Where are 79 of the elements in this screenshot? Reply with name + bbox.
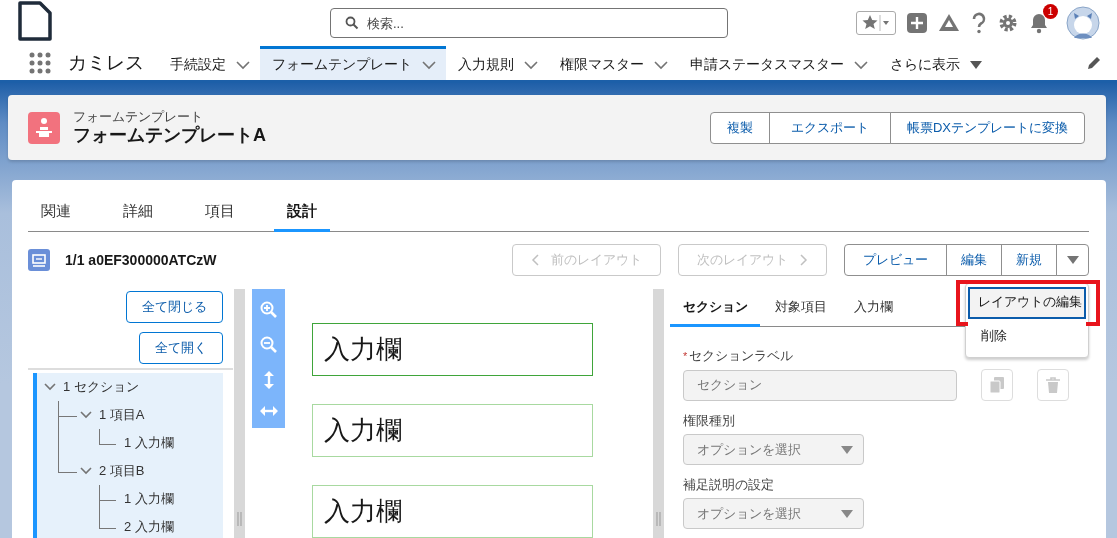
- field-label: セクションラベル: [689, 348, 794, 365]
- tree-label[interactable]: 2 項目B: [99, 462, 145, 480]
- more-actions-button[interactable]: [1056, 243, 1089, 276]
- chevron-left-icon: [531, 253, 539, 266]
- help-icon[interactable]: [971, 12, 987, 34]
- tree-button[interactable]: 全て閉じる: [126, 291, 223, 323]
- app-name: カミレス: [68, 51, 145, 75]
- grip-icon: [237, 512, 242, 526]
- nav-tab[interactable]: 申請ステータスマスター: [678, 46, 878, 80]
- pencil-icon[interactable]: [1087, 56, 1101, 70]
- tree-button[interactable]: 全て開く: [139, 332, 223, 364]
- tree-label[interactable]: 1 入力欄: [124, 490, 174, 508]
- chevron-icon[interactable]: [44, 383, 56, 391]
- chevron-down-icon[interactable]: [422, 59, 436, 70]
- layout-action-button[interactable]: 新規: [1001, 243, 1057, 276]
- tree-section[interactable]: 1 セクション 1 項目A 1 入力欄 2 項目B 1 入力欄 2 入力欄: [33, 373, 223, 538]
- input-field-block[interactable]: 入力欄: [312, 485, 593, 538]
- search-icon: [345, 16, 359, 30]
- object-label: フォームテンプレート: [73, 109, 204, 124]
- required-mark: *: [683, 350, 688, 362]
- panel-tab[interactable]: セクション: [670, 289, 760, 327]
- panel-tab[interactable]: 対象項目: [762, 289, 839, 327]
- avatar[interactable]: [1066, 6, 1100, 40]
- layout-action-button[interactable]: プレビュー: [844, 243, 947, 276]
- app-launcher-icon[interactable]: [29, 52, 51, 74]
- action-button[interactable]: 帳票DXテンプレートに変換: [889, 111, 1085, 144]
- tree-label: 1 セクション: [63, 378, 139, 396]
- grip-icon: [656, 512, 661, 526]
- caret-icon: [1066, 255, 1079, 264]
- chevron-icon[interactable]: [80, 467, 92, 475]
- favorites-button[interactable]: [856, 11, 896, 35]
- trash-icon: [1046, 377, 1060, 393]
- action-button[interactable]: エクスポート: [768, 111, 891, 144]
- record-tab[interactable]: 設計: [274, 194, 330, 232]
- tree-connector: [58, 457, 77, 473]
- tree-connector: [99, 429, 116, 445]
- notification-badge: 1: [1043, 4, 1058, 19]
- caret-icon: [841, 509, 853, 518]
- record-tab[interactable]: 項目: [192, 194, 248, 232]
- panel-tab[interactable]: 入力欄: [841, 289, 905, 327]
- chevron-down-icon[interactable]: [854, 59, 868, 70]
- chevron-right-icon: [800, 253, 808, 266]
- caret-icon: [841, 445, 853, 454]
- record-title: フォームテンプレートA: [73, 124, 266, 146]
- record-tab[interactable]: 詳細: [110, 194, 166, 232]
- nav-tab[interactable]: 権限マスター: [548, 46, 678, 80]
- tree-label[interactable]: 1 項目A: [99, 406, 145, 424]
- record-tab[interactable]: 関連: [28, 194, 84, 232]
- settings-icon[interactable]: [998, 13, 1018, 33]
- layout-action-button[interactable]: 編集: [946, 243, 1002, 276]
- tree-connector: [58, 401, 77, 417]
- mountain-icon[interactable]: [938, 13, 960, 33]
- caret-icon: [970, 60, 982, 69]
- record-icon: [28, 111, 60, 144]
- layout-icon: [28, 248, 50, 271]
- tree-label[interactable]: 2 入力欄: [124, 518, 174, 536]
- chevron-down-icon[interactable]: [524, 59, 538, 70]
- action-button[interactable]: 複製: [709, 111, 770, 144]
- tree-label[interactable]: 1 入力欄: [124, 434, 174, 452]
- field-label: 権限種別: [683, 413, 735, 430]
- nav-tab[interactable]: 入力規則: [446, 46, 548, 80]
- more-tab[interactable]: さらに表示: [878, 46, 992, 80]
- chevron-icon[interactable]: [80, 411, 92, 419]
- chevron-down-icon[interactable]: [236, 59, 250, 70]
- search-field[interactable]: 検索...: [330, 8, 728, 38]
- nav-tab[interactable]: 手続設定: [158, 46, 260, 80]
- notification-bell-icon[interactable]: [1029, 12, 1049, 34]
- plus-icon[interactable]: [907, 13, 927, 33]
- input-field-block[interactable]: 入力欄: [312, 404, 593, 457]
- menu-item[interactable]: レイアウトの編集: [968, 286, 1086, 319]
- tree-connector: [99, 485, 116, 501]
- input-field-block[interactable]: 入力欄: [312, 323, 593, 376]
- document-icon: [18, 1, 52, 41]
- copy-icon: [990, 377, 1004, 393]
- tree-connector: [99, 513, 116, 529]
- nav-tab[interactable]: フォームテンプレート: [260, 46, 446, 80]
- layout-id: 1/1 a0EF300000ATCzW: [65, 251, 217, 268]
- field-label: 補足説明の設定: [683, 477, 774, 494]
- chevron-down-icon[interactable]: [654, 59, 668, 70]
